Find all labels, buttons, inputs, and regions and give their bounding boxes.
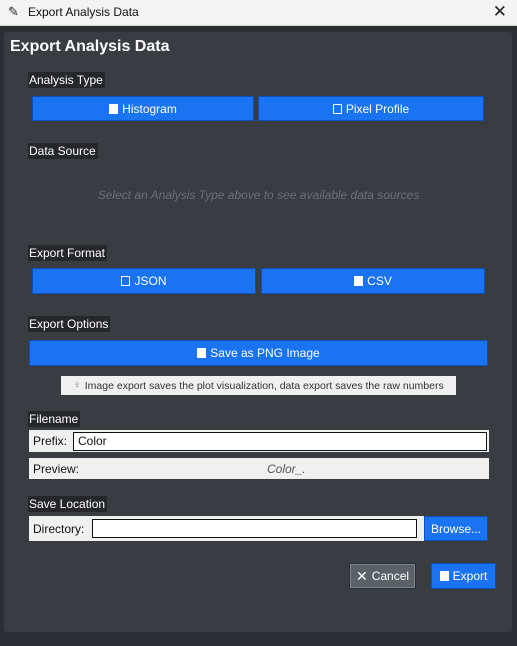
window-titlebar: ✎ Export Analysis Data ✕ (0, 0, 517, 26)
export-options-label: Export Options (28, 316, 111, 332)
json-format-button[interactable]: JSON (32, 268, 256, 294)
preview-label: Preview: (33, 462, 80, 476)
directory-label: Directory: (33, 522, 85, 536)
prefix-input[interactable]: Color (73, 432, 487, 451)
close-x-icon: ✕ (355, 567, 368, 584)
export-format-label: Export Format (28, 245, 108, 261)
export-hint: ♀ Image export saves the plot visualizat… (61, 376, 456, 395)
save-icon (439, 571, 449, 581)
cancel-button-label: Cancel (371, 569, 410, 583)
export-hint-text: Image export saves the plot visualizatio… (84, 379, 444, 392)
directory-input[interactable] (92, 519, 417, 538)
window-title: Export Analysis Data (28, 5, 139, 19)
csv-format-button[interactable]: CSV (261, 268, 485, 294)
save-png-button-label: Save as PNG Image (210, 346, 320, 360)
preview-row: Preview: Color_. (29, 458, 489, 479)
filename-label: Filename (28, 411, 81, 427)
image-icon (332, 103, 342, 114)
cancel-button[interactable]: ✕ Cancel (349, 563, 416, 589)
document-icon (121, 276, 131, 286)
save-icon (354, 276, 364, 286)
directory-row: Directory: (29, 516, 427, 541)
export-button-label: Export (452, 569, 488, 583)
histogram-button[interactable]: Histogram (32, 96, 254, 121)
prefix-label: Prefix: (33, 434, 68, 448)
csv-format-button-label: CSV (367, 274, 392, 288)
dialog-panel (4, 32, 512, 632)
data-source-placeholder: Select an Analysis Type above to see ava… (97, 188, 420, 202)
save-png-button[interactable]: Save as PNG Image (29, 340, 488, 366)
save-location-label: Save Location (28, 496, 108, 512)
close-icon[interactable]: ✕ (493, 2, 507, 22)
feather-icon: ✎ (8, 4, 19, 19)
analysis-type-label: Analysis Type (28, 72, 105, 88)
pixel-profile-button[interactable]: Pixel Profile (258, 96, 484, 121)
pixel-profile-button-label: Pixel Profile (345, 101, 410, 116)
export-button[interactable]: Export (431, 563, 496, 589)
histogram-button-label: Histogram (122, 101, 177, 116)
save-icon (109, 103, 119, 114)
browse-button[interactable]: Browse... (424, 516, 488, 541)
json-format-button-label: JSON (134, 274, 167, 288)
data-source-label: Data Source (28, 143, 98, 159)
dialog-heading: Export Analysis Data (10, 38, 170, 55)
save-icon (197, 348, 207, 358)
lightbulb-icon: ♀ (73, 380, 81, 391)
prefix-row: Prefix: Color (29, 430, 489, 452)
preview-value: Color_. (267, 462, 306, 476)
